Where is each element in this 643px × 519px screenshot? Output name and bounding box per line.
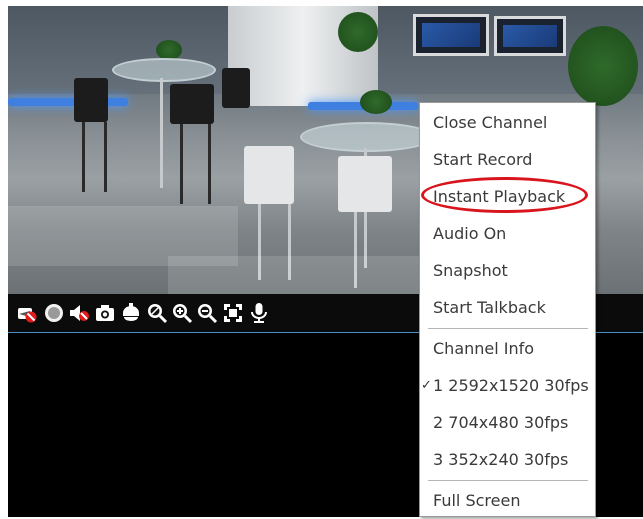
menu-item-label: Start Record	[433, 150, 533, 169]
fit-screen-icon[interactable]	[222, 302, 244, 324]
menu-item-audio-on[interactable]: Audio On	[420, 215, 595, 252]
feed-plant	[338, 12, 378, 52]
menu-item-label: 1 2592x1520 30fps	[433, 376, 589, 395]
menu-item-label: Snapshot	[433, 261, 508, 280]
feed-chair-leg	[180, 124, 183, 204]
microphone-icon[interactable]	[248, 302, 270, 324]
feed-chair	[222, 68, 250, 108]
camera-disabled-icon[interactable]	[16, 302, 38, 324]
check-icon: ✓	[421, 378, 432, 393]
snapshot-icon[interactable]	[94, 302, 116, 324]
zoom-reset-icon[interactable]	[146, 302, 168, 324]
feed-monitor	[413, 14, 489, 56]
feed-reflection	[168, 256, 428, 294]
zoom-in-icon[interactable]	[171, 302, 193, 324]
feed-chair	[338, 156, 392, 212]
feed-plant	[360, 90, 392, 114]
feed-table	[112, 58, 216, 82]
menu-item-close-channel[interactable]: Close Channel	[420, 104, 595, 141]
menu-separator	[428, 328, 588, 329]
menu-item-full-screen[interactable]: Full Screen	[420, 482, 595, 519]
menu-item-label: Channel Info	[433, 339, 535, 358]
menu-item-stream-1[interactable]: ✓ 1 2592x1520 30fps	[420, 367, 595, 404]
feed-chair	[170, 84, 214, 124]
feed-chair-leg	[208, 124, 211, 204]
feed-chair-leg	[104, 122, 107, 192]
feed-chair	[244, 146, 294, 204]
menu-item-channel-info[interactable]: Channel Info	[420, 330, 595, 367]
menu-item-label: Audio On	[433, 224, 507, 243]
menu-item-label: Full Screen	[433, 491, 521, 510]
menu-item-label: 2 704x480 30fps	[433, 413, 569, 432]
record-dot-icon[interactable]	[43, 302, 65, 324]
menu-item-label: 3 352x240 30fps	[433, 450, 569, 469]
mute-icon[interactable]	[68, 302, 90, 324]
annotation-ellipse	[421, 177, 588, 213]
menu-item-start-talkback[interactable]: Start Talkback	[420, 289, 595, 326]
feed-table	[300, 122, 434, 152]
feed-chair-leg	[82, 122, 85, 192]
menu-item-stream-2[interactable]: 2 704x480 30fps	[420, 404, 595, 441]
channel-context-menu: Close Channel Start Record Instant Playb…	[419, 102, 596, 517]
menu-item-start-record[interactable]: Start Record	[420, 141, 595, 178]
zoom-out-icon[interactable]	[196, 302, 218, 324]
feed-plant	[568, 26, 638, 106]
feed-plant	[156, 40, 182, 60]
feed-light	[8, 98, 128, 106]
feed-monitor	[494, 16, 566, 56]
menu-item-label: Start Talkback	[433, 298, 546, 317]
ptz-icon[interactable]	[120, 302, 142, 324]
menu-item-label: Close Channel	[433, 113, 548, 132]
feed-table-leg	[160, 78, 163, 188]
menu-item-snapshot[interactable]: Snapshot	[420, 252, 595, 289]
feed-chair	[74, 78, 108, 122]
menu-item-stream-3[interactable]: 3 352x240 30fps	[420, 441, 595, 478]
menu-separator	[428, 480, 588, 481]
